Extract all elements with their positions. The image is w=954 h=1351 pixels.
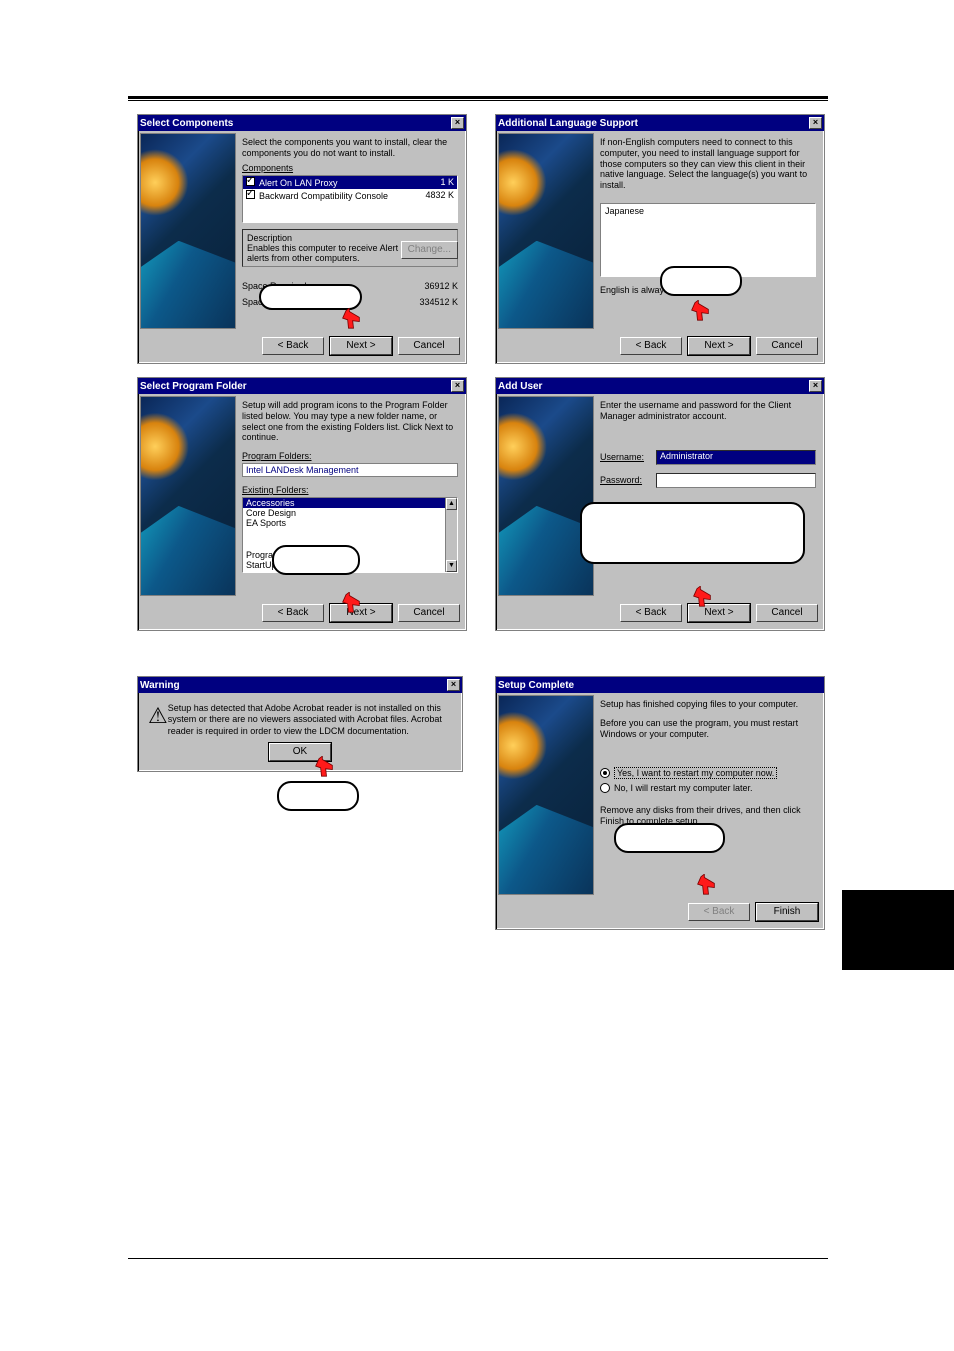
value-space-required: 36912 K bbox=[424, 281, 458, 291]
annotation-box bbox=[277, 781, 359, 811]
titlebar-warning: Warning × bbox=[138, 677, 462, 693]
instruction-select-components: Select the components you want to instal… bbox=[242, 137, 458, 159]
annotation-box bbox=[259, 284, 362, 310]
checkbox-icon[interactable] bbox=[246, 190, 255, 199]
finish-button[interactable]: Finish bbox=[756, 903, 818, 921]
title-language: Additional Language Support bbox=[498, 118, 638, 129]
titlebar-program-folder: Select Program Folder × bbox=[138, 378, 466, 394]
title-program-folder: Select Program Folder bbox=[140, 381, 247, 392]
dialog-language-support: Additional Language Support × If non-Eng… bbox=[495, 114, 825, 364]
chevron-down-icon[interactable]: ▼ bbox=[446, 560, 457, 572]
close-icon[interactable]: × bbox=[451, 380, 464, 392]
radio-icon[interactable] bbox=[600, 768, 610, 778]
label-restart-later: No, I will restart my computer later. bbox=[614, 783, 753, 793]
titlebar-complete: Setup Complete bbox=[496, 677, 824, 693]
label-username: Username: bbox=[600, 452, 656, 462]
next-button[interactable]: Next > bbox=[330, 604, 392, 622]
password-field[interactable] bbox=[656, 473, 816, 488]
dialog-select-components: Select Components × Select the component… bbox=[137, 114, 467, 364]
scrollbar[interactable]: ▲ ▼ bbox=[445, 498, 457, 572]
radio-restart-now[interactable]: Yes, I want to restart my computer now. bbox=[600, 767, 816, 779]
components-list[interactable]: Alert On LAN Proxy 1 K Backward Compatib… bbox=[242, 175, 458, 223]
back-button[interactable]: < Back bbox=[262, 604, 324, 622]
title-warning: Warning bbox=[140, 680, 180, 691]
instruction-language: If non-English computers need to connect… bbox=[600, 137, 816, 191]
wizard-art-3 bbox=[140, 396, 236, 596]
titlebar-add-user: Add User × bbox=[496, 378, 824, 394]
label-restart-now: Yes, I want to restart my computer now. bbox=[614, 767, 777, 779]
wizard-art-1 bbox=[140, 133, 236, 329]
instruction-add-user: Enter the username and password for the … bbox=[600, 400, 816, 422]
header-rule-thin bbox=[128, 100, 828, 101]
titlebar-language: Additional Language Support × bbox=[496, 115, 824, 131]
next-button[interactable]: Next > bbox=[330, 337, 392, 355]
label-existing-folders: Existing Folders: bbox=[242, 485, 309, 495]
language-item-japanese[interactable]: Japanese bbox=[605, 206, 811, 216]
annotation-box bbox=[614, 823, 725, 853]
cancel-button[interactable]: Cancel bbox=[756, 337, 818, 355]
list-item[interactable]: EA Sports bbox=[243, 518, 457, 528]
cancel-button[interactable]: Cancel bbox=[398, 604, 460, 622]
program-folder-input[interactable]: Intel LANDesk Management bbox=[242, 463, 458, 477]
back-button[interactable]: < Back bbox=[620, 337, 682, 355]
change-button[interactable]: Change... bbox=[401, 241, 458, 259]
component-backward-compat[interactable]: Backward Compatibility Console 4832 K bbox=[243, 189, 457, 202]
warning-text: Setup has detected that Adobe Acrobat re… bbox=[168, 703, 452, 737]
dialog-warning: Warning × ⚠ Setup has detected that Adob… bbox=[137, 676, 463, 772]
close-icon[interactable]: × bbox=[447, 679, 460, 691]
dialog-setup-complete: Setup Complete Setup has finished copyin… bbox=[495, 676, 825, 930]
radio-icon[interactable] bbox=[600, 783, 610, 793]
header-rule-thick bbox=[128, 96, 828, 99]
ok-button[interactable]: OK bbox=[269, 743, 331, 761]
label-program-folders: Program Folders: bbox=[242, 451, 312, 461]
list-item[interactable]: Core Design bbox=[243, 508, 457, 518]
title-select-components: Select Components bbox=[140, 118, 233, 129]
label-description: Description bbox=[247, 233, 292, 243]
close-icon[interactable]: × bbox=[809, 117, 822, 129]
warning-icon: ⚠ bbox=[148, 703, 168, 737]
chevron-up-icon[interactable]: ▲ bbox=[446, 498, 457, 510]
close-icon[interactable]: × bbox=[809, 380, 822, 392]
dialog-program-folder: Select Program Folder × Setup will add p… bbox=[137, 377, 467, 631]
radio-restart-later[interactable]: No, I will restart my computer later. bbox=[600, 783, 816, 793]
complete-line1: Setup has finished copying files to your… bbox=[600, 699, 816, 710]
complete-line2: Before you can use the program, you must… bbox=[600, 718, 816, 740]
back-button[interactable]: < Back bbox=[688, 903, 750, 921]
annotation-box bbox=[580, 502, 805, 564]
list-item[interactable]: Accessories bbox=[243, 498, 457, 508]
title-add-user: Add User bbox=[498, 381, 542, 392]
footer-rule bbox=[128, 1258, 828, 1259]
label-components: Components bbox=[242, 163, 293, 173]
checkbox-icon[interactable] bbox=[246, 177, 255, 186]
wizard-art-5 bbox=[498, 695, 594, 895]
close-icon[interactable]: × bbox=[451, 117, 464, 129]
next-button[interactable]: Next > bbox=[688, 337, 750, 355]
username-field[interactable]: Administrator bbox=[656, 450, 816, 465]
titlebar-select-components: Select Components × bbox=[138, 115, 466, 131]
back-button[interactable]: < Back bbox=[262, 337, 324, 355]
next-button[interactable]: Next > bbox=[688, 604, 750, 622]
page-edge-tab bbox=[842, 890, 954, 970]
label-password: Password: bbox=[600, 475, 656, 485]
component-alert-on-lan-proxy[interactable]: Alert On LAN Proxy 1 K bbox=[243, 176, 457, 189]
wizard-art-4 bbox=[498, 396, 594, 596]
wizard-art-2 bbox=[498, 133, 594, 329]
instruction-program-folder: Setup will add program icons to the Prog… bbox=[242, 400, 458, 443]
annotation-box bbox=[272, 545, 360, 575]
cancel-button[interactable]: Cancel bbox=[756, 604, 818, 622]
annotation-box bbox=[660, 266, 742, 296]
cancel-button[interactable]: Cancel bbox=[398, 337, 460, 355]
title-complete: Setup Complete bbox=[498, 680, 574, 691]
value-space-available: 334512 K bbox=[419, 297, 458, 307]
back-button[interactable]: < Back bbox=[620, 604, 682, 622]
